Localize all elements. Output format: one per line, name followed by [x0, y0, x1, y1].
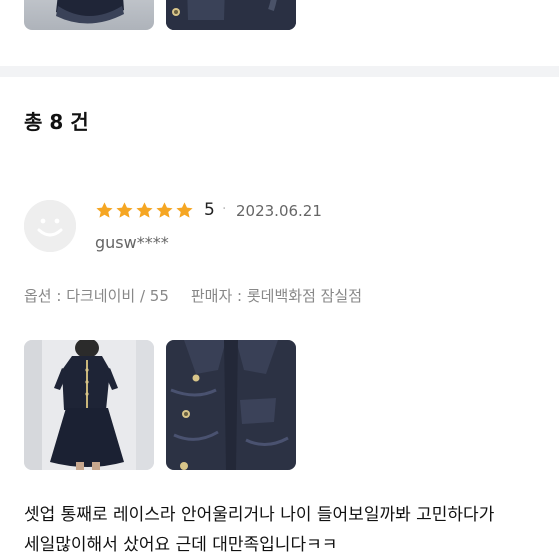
option-info: 옵션 : 다크네이비 / 55 — [24, 287, 169, 305]
review-photo-2[interactable] — [166, 340, 296, 470]
reviewer-username: gusw**** — [95, 233, 169, 252]
review-text: 셋업 통째로 레이스라 안어울리거나 나이 들어보일까봐 고민하다가 세일많이해… — [24, 500, 544, 560]
rating-stars — [95, 201, 194, 220]
meta-separator: · — [222, 201, 227, 217]
dress-photo-image — [56, 0, 124, 24]
smiley-avatar-icon — [24, 200, 76, 252]
purchase-meta: 옵션 : 다크네이비 / 55 판매자 : 롯데백화점 잠실점 — [24, 285, 362, 306]
review-text-line: 셋업 통째로 레이스라 안어울리거나 나이 들어보일까봐 고민하다가 — [24, 505, 495, 525]
rating-score: 5 — [204, 200, 215, 220]
previous-photo-1[interactable] — [24, 0, 154, 30]
dress-full-length-image — [24, 340, 154, 470]
seller-info: 판매자 : 롯데백화점 잠실점 — [190, 287, 363, 305]
star-icon — [176, 202, 193, 218]
star-icon — [156, 202, 173, 218]
star-icon — [116, 202, 133, 218]
star-icon — [96, 202, 113, 218]
previous-photo-2[interactable] — [166, 0, 296, 30]
star-icon — [136, 202, 153, 218]
review-total-count: 총 8 건 — [24, 110, 89, 134]
review-photo-1[interactable] — [24, 340, 154, 470]
review-text-line: 세일많이해서 샀어요 근데 대만족입니다ㅋㅋ — [24, 535, 338, 555]
review-date: 2023.06.21 — [236, 202, 322, 220]
dress-closeup-image — [166, 340, 296, 470]
section-divider — [0, 66, 559, 77]
dress-detail-image — [166, 0, 296, 30]
